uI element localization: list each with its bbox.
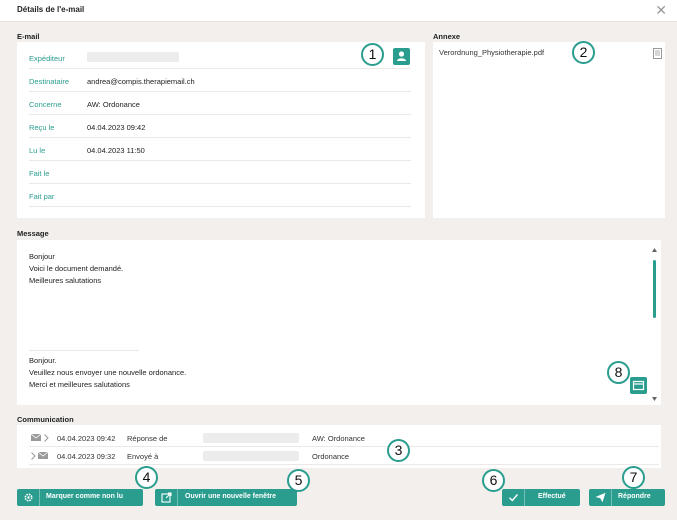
message-panel: Bonjour Voici le document demandé. Meill… bbox=[17, 240, 661, 405]
message-section-label: Message bbox=[17, 229, 49, 238]
open-new-window-label: Ouvrir une nouvelle fenêtre bbox=[185, 493, 277, 500]
message-divider bbox=[29, 350, 139, 351]
redacted-sender bbox=[87, 52, 179, 62]
email-section-label: E-mail bbox=[17, 32, 40, 41]
comm-date: 04.04.2023 09:32 bbox=[57, 452, 116, 461]
redacted-contact bbox=[203, 451, 299, 461]
attachment-item[interactable]: Verordnung_Physiotherapie.pdf bbox=[439, 47, 663, 61]
message-line: Veuillez nous envoyer une nouvelle ordon… bbox=[29, 368, 187, 377]
callout-6: 6 bbox=[482, 469, 505, 492]
done-button[interactable]: Effectué bbox=[502, 489, 580, 506]
title-bar: Détails de l'e-mail ✕ bbox=[0, 0, 677, 22]
communication-row[interactable]: 04.04.2023 09:42 Réponse de AW: Ordonanc… bbox=[29, 429, 659, 447]
field-label: Lu le bbox=[29, 146, 46, 155]
communication-row[interactable]: 04.04.2023 09:32 Envoyé à Ordonance bbox=[29, 447, 659, 465]
person-icon bbox=[397, 51, 406, 61]
email-details-panel: Expéditeur Destinataire andrea@compis.th… bbox=[17, 42, 425, 218]
field-label: Expéditeur bbox=[29, 54, 65, 63]
window-title: Détails de l'e-mail bbox=[17, 5, 85, 14]
envelope-icon bbox=[31, 434, 41, 441]
field-done-on: Fait le bbox=[29, 161, 411, 184]
document-icon bbox=[653, 48, 662, 59]
external-link-icon bbox=[161, 492, 172, 503]
button-separator bbox=[611, 489, 612, 506]
message-line: Bonjour. bbox=[29, 356, 57, 365]
message-line: Meilleures salutations bbox=[29, 276, 102, 285]
redacted-contact bbox=[203, 433, 299, 443]
chevron-right-icon bbox=[31, 452, 36, 460]
close-icon[interactable]: ✕ bbox=[655, 2, 667, 18]
callout-5: 5 bbox=[287, 469, 310, 492]
reply-label: Répondre bbox=[618, 493, 651, 500]
callout-8: 8 bbox=[607, 361, 630, 384]
send-icon bbox=[595, 492, 606, 503]
window-icon bbox=[632, 380, 645, 391]
scroll-down-icon[interactable] bbox=[652, 397, 657, 401]
field-value: AW: Ordonance bbox=[87, 100, 140, 109]
comm-date: 04.04.2023 09:42 bbox=[57, 434, 116, 443]
field-read: Lu le 04.04.2023 11:50 bbox=[29, 138, 411, 161]
message-scrollbar[interactable] bbox=[650, 246, 658, 403]
open-new-window-button[interactable]: Ouvrir une nouvelle fenêtre bbox=[155, 489, 297, 506]
communication-panel: 04.04.2023 09:42 Réponse de AW: Ordonanc… bbox=[17, 425, 661, 468]
callout-1: 1 bbox=[361, 43, 384, 66]
field-recipient: Destinataire andrea@compis.therapiemail.… bbox=[29, 69, 411, 92]
expand-message-button[interactable] bbox=[630, 377, 647, 394]
field-sender: Expéditeur bbox=[29, 46, 411, 69]
field-value: andrea@compis.therapiemail.ch bbox=[87, 77, 195, 86]
field-value: 04.04.2023 09:42 bbox=[87, 123, 146, 132]
field-label: Fait par bbox=[29, 192, 55, 201]
comm-type: Réponse de bbox=[127, 434, 168, 443]
mark-unread-label: Marquer comme non lu bbox=[46, 493, 124, 500]
field-label: Concerne bbox=[29, 100, 62, 109]
callout-2: 2 bbox=[572, 41, 595, 64]
callout-4: 4 bbox=[135, 466, 158, 489]
callout-7: 7 bbox=[622, 466, 645, 489]
attachment-name: Verordnung_Physiotherapie.pdf bbox=[439, 48, 545, 57]
attachment-section-label: Annexe bbox=[433, 32, 461, 41]
gear-icon bbox=[24, 493, 33, 502]
comm-subject: AW: Ordonance bbox=[312, 434, 365, 443]
button-separator bbox=[39, 489, 40, 506]
scroll-up-icon[interactable] bbox=[652, 248, 657, 252]
mark-unread-button[interactable]: Marquer comme non lu bbox=[17, 489, 143, 506]
message-line: Bonjour bbox=[29, 252, 55, 261]
reply-button[interactable]: Répondre bbox=[589, 489, 665, 506]
button-separator bbox=[524, 489, 525, 506]
field-label: Fait le bbox=[29, 169, 50, 178]
message-line: Voici le document demandé. bbox=[29, 264, 124, 273]
attachment-panel: Verordnung_Physiotherapie.pdf bbox=[433, 42, 665, 218]
message-line: Merci et meilleures salutations bbox=[29, 380, 130, 389]
checkmark-icon bbox=[509, 494, 519, 502]
chevron-right-icon bbox=[44, 434, 49, 442]
field-subject: Concerne AW: Ordonance bbox=[29, 92, 411, 115]
field-done-by: Fait par bbox=[29, 184, 411, 207]
done-label: Effectué bbox=[538, 493, 566, 500]
scrollbar-thumb[interactable] bbox=[653, 260, 656, 318]
button-separator bbox=[177, 489, 178, 506]
comm-subject: Ordonance bbox=[312, 452, 350, 461]
field-label: Destinataire bbox=[29, 77, 70, 86]
field-label: Reçu le bbox=[29, 123, 55, 132]
communication-section-label: Communication bbox=[17, 415, 74, 424]
field-value: 04.04.2023 11:50 bbox=[87, 146, 145, 155]
field-received: Reçu le 04.04.2023 09:42 bbox=[29, 115, 411, 138]
callout-3: 3 bbox=[387, 439, 410, 462]
envelope-icon bbox=[38, 452, 48, 459]
contact-button[interactable] bbox=[393, 48, 410, 65]
comm-type: Envoyé à bbox=[127, 452, 159, 461]
